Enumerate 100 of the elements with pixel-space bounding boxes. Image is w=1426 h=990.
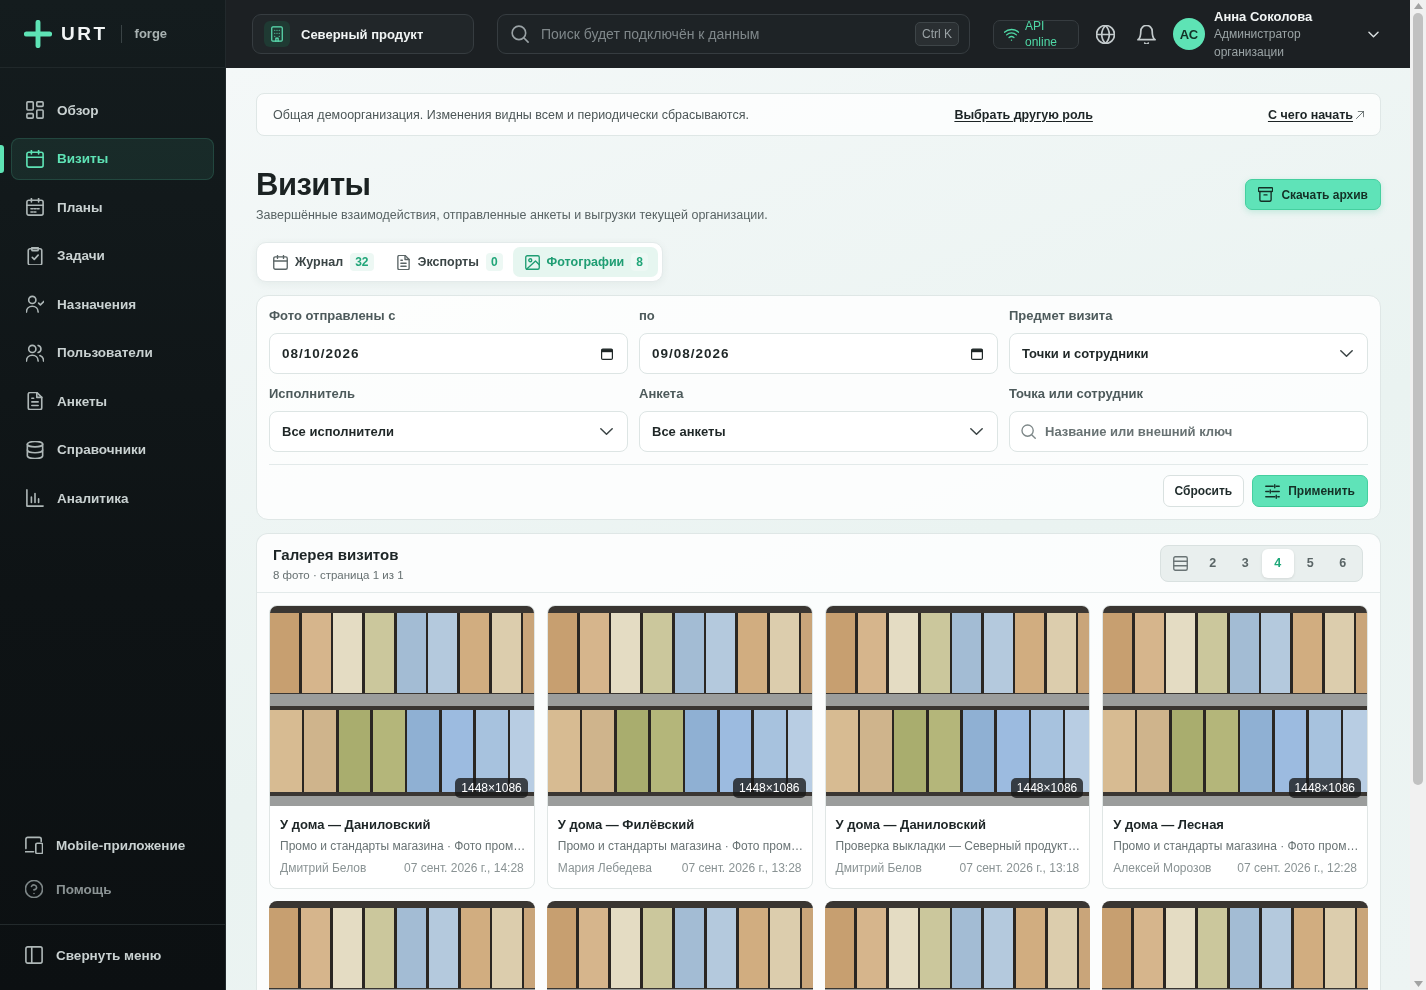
calendar-icon xyxy=(273,254,288,270)
photo-placeholder[interactable] xyxy=(546,901,813,990)
document-icon xyxy=(395,254,411,270)
gallery-subtitle: 8 фото · страница 1 из 1 xyxy=(273,568,404,581)
user-check-icon xyxy=(26,295,44,313)
globe-icon[interactable] xyxy=(1096,24,1115,44)
visit-date: 07 сент. 2026 г., 13:18 xyxy=(959,860,1080,876)
column-option[interactable]: 2 xyxy=(1196,548,1229,578)
download-archive-button[interactable]: Скачать архив xyxy=(1245,179,1381,210)
nav-item[interactable]: Назначения xyxy=(11,283,214,325)
card-description: Проверка выкладки — Северный продукт… xyxy=(835,838,1080,854)
field-label: Предмет визита xyxy=(1009,308,1113,324)
select-field[interactable]: Точки и сотрудники xyxy=(1009,333,1368,374)
nav-item[interactable]: Планы xyxy=(11,186,214,228)
image-size-label: 1448×1086 xyxy=(455,778,528,798)
date-field[interactable]: 09/08/2026 xyxy=(639,333,998,374)
calendar-icon xyxy=(601,347,613,360)
notice-link[interactable]: Выбрать другую роль xyxy=(954,107,1093,122)
select-field[interactable]: Все анкеты xyxy=(639,411,998,452)
card-title: У дома — Филёвский xyxy=(557,817,695,833)
reset-button[interactable]: Сбросить xyxy=(1162,475,1245,507)
document-icon xyxy=(26,392,44,410)
apply-button[interactable]: Применить xyxy=(1252,475,1368,507)
active-indicator xyxy=(0,144,4,173)
rows-icon xyxy=(1172,555,1188,571)
wifi-icon xyxy=(1004,26,1019,42)
photo-card[interactable]: 1448×1086 У дома — Даниловский Промо и стандарты магазина · Фото пром… Дмитрий Белов 07 сент. 2026 г., 14:28 xyxy=(269,605,535,889)
calendar-icon xyxy=(26,198,44,216)
sidebar-panel-icon xyxy=(25,946,43,964)
user-role: Администратор организации xyxy=(1214,25,1301,61)
nav-item[interactable]: Обзор xyxy=(11,89,214,131)
nav-item[interactable]: Визиты xyxy=(11,137,214,180)
chevron-down-icon xyxy=(1340,347,1353,360)
logo-icon xyxy=(24,19,52,48)
search-icon xyxy=(1021,424,1036,439)
field-label: Точка или сотрудник xyxy=(1009,386,1143,402)
photo-placeholder[interactable] xyxy=(824,901,1091,990)
card-description: Промо и стандарты магазина · Фото пром… xyxy=(557,838,803,854)
database-icon xyxy=(26,440,44,459)
sidebar-link[interactable]: Mobile-приложение xyxy=(11,825,214,865)
column-option[interactable]: 3 xyxy=(1229,548,1262,578)
user-name: Анна Соколова xyxy=(1214,7,1313,25)
bell-icon[interactable] xyxy=(1137,24,1156,44)
photo-card[interactable]: 1448×1086 У дома — Даниловский Проверка выкладки — Северный продукт… Дмитрий Белов 07 сент. 2026 г., 13:18 xyxy=(824,605,1091,889)
clipboard-check-icon xyxy=(26,246,44,265)
nav-item[interactable]: Аналитика xyxy=(11,477,214,519)
nav-item[interactable]: Анкеты xyxy=(11,380,214,422)
author-name: Дмитрий Белов xyxy=(835,860,922,876)
nav-item[interactable]: Пользователи xyxy=(11,331,214,374)
photo-placeholder[interactable] xyxy=(269,901,535,990)
nav-item[interactable]: Задачи xyxy=(11,234,214,277)
nav-item[interactable]: Справочники xyxy=(11,428,214,471)
chevron-down-icon xyxy=(600,425,613,438)
tab[interactable]: Экспорты 0 xyxy=(383,247,513,277)
field-label: Фото отправлены с xyxy=(269,308,396,324)
date-field[interactable]: 08/10/2026 xyxy=(269,333,628,374)
photo-card[interactable]: 1448×1086 У дома — Филёвский Промо и стандарты магазина · Фото пром… Мария Лебедева 07 сент. 2026 г., 13:28 xyxy=(546,605,813,889)
visit-date: 07 сент. 2026 г., 14:28 xyxy=(403,860,524,876)
visit-date: 07 сент. 2026 г., 12:28 xyxy=(1237,860,1357,876)
calendar-icon xyxy=(26,149,44,168)
visit-date: 07 сент. 2026 г., 13:28 xyxy=(681,860,802,876)
field-label: Исполнитель xyxy=(269,386,355,402)
page-subtitle: Завершённые взаимодействия, отправленные анкеты и выгрузки текущей организации. xyxy=(256,208,768,222)
notice-link[interactable]: С чего начать xyxy=(1267,107,1364,122)
tab[interactable]: Журнал 32 xyxy=(261,247,384,277)
search-icon xyxy=(511,25,529,43)
collapse-menu-button[interactable]: Свернуть меню xyxy=(11,935,214,975)
photo-placeholder[interactable] xyxy=(1102,901,1368,990)
building-icon xyxy=(264,21,290,47)
card-description: Промо и стандарты магазина · Фото пром… xyxy=(280,838,526,854)
scrollbar[interactable] xyxy=(1410,0,1426,990)
field-label: по xyxy=(639,308,655,324)
tab-counter: 0 xyxy=(485,253,503,271)
sliders-icon xyxy=(1265,483,1281,499)
card-description: Промо и стандарты магазина · Фото пром… xyxy=(1113,838,1359,854)
author-name: Мария Лебедева xyxy=(557,860,652,876)
help-icon xyxy=(25,880,43,898)
chevron-down-icon xyxy=(970,425,983,438)
user-avatar[interactable]: АС xyxy=(1173,18,1205,50)
image-size-label: 1448×1086 xyxy=(1010,778,1084,798)
organization-selector[interactable]: Северный продукт xyxy=(252,14,474,54)
field-label: Анкета xyxy=(639,386,684,402)
card-title: У дома — Даниловский xyxy=(280,817,431,833)
scrollbar-thumb[interactable] xyxy=(1413,13,1423,785)
author-name: Дмитрий Белов xyxy=(280,860,367,876)
api-status: API online xyxy=(993,19,1079,49)
photo-card[interactable]: 1448×1086 У дома — Лесная Промо и стандарты магазина · Фото пром… Алексей Морозов 07 сент. 2026 г., 12:28 xyxy=(1102,605,1368,889)
product-name: forge xyxy=(134,26,168,41)
brand-name: URT xyxy=(61,22,108,45)
users-icon xyxy=(26,343,44,362)
column-option[interactable]: 5 xyxy=(1294,548,1327,578)
notice-text: Общая демоорганизация. Изменения видны всем и периодически сбрасываются. xyxy=(273,107,749,122)
tab-counter: 32 xyxy=(350,253,374,271)
bar-chart-icon xyxy=(26,489,44,507)
select-field[interactable]: Все исполнители xyxy=(269,411,628,452)
devices-icon xyxy=(25,836,43,854)
card-title: У дома — Даниловский xyxy=(835,817,986,833)
image-size-label: 1448×1086 xyxy=(1288,778,1361,798)
keyboard-shortcut: Ctrl K xyxy=(915,22,959,46)
column-option[interactable]: 6 xyxy=(1326,548,1359,578)
